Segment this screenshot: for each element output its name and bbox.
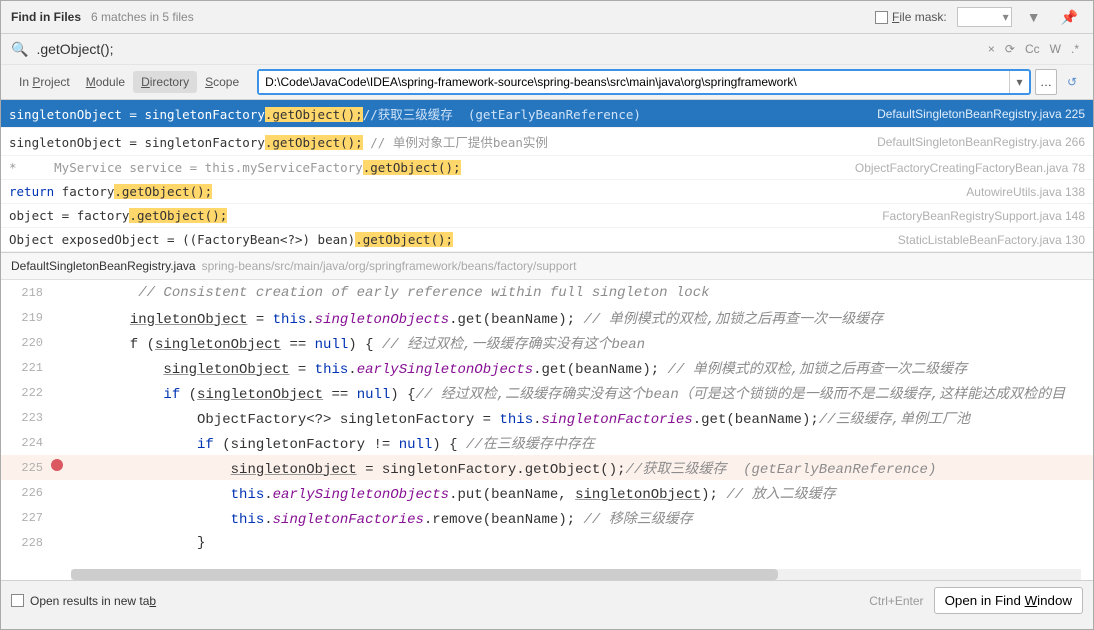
preview-path: spring-beans/src/main/java/org/springfra…: [202, 259, 577, 273]
breakpoint-icon[interactable]: [51, 459, 63, 471]
tab-module[interactable]: Module: [78, 71, 133, 93]
scope-row: In Project Module Directory Scope ▾ … ↺: [1, 65, 1093, 100]
file-mask-label: File mask:: [892, 10, 947, 24]
results-list: singletonObject = singletonFactory.getOb…: [1, 100, 1093, 252]
history-icon[interactable]: ⟳: [1001, 40, 1019, 58]
code-line: 223 ObjectFactory<?> singletonFactory = …: [1, 405, 1093, 430]
open-new-tab-checkbox[interactable]: [11, 594, 24, 607]
pin-icon[interactable]: 📌: [1056, 9, 1083, 26]
code-line: 221 singletonObject = this.earlySingleto…: [1, 355, 1093, 380]
open-new-tab-option[interactable]: Open results in new tab: [11, 594, 156, 608]
code-line: 224 if (singletonFactory != null) { //在三…: [1, 430, 1093, 455]
result-row[interactable]: object = factory.getObject();FactoryBean…: [1, 204, 1093, 228]
code-line: 219 ingletonObject = this.singletonObjec…: [1, 305, 1093, 330]
regex-button[interactable]: .*: [1067, 40, 1083, 58]
recursive-icon[interactable]: ↺: [1061, 69, 1083, 95]
code-line: 228 }: [1, 530, 1093, 555]
code-line: 220 f (singletonObject == null) { // 经过双…: [1, 330, 1093, 355]
search-icon: 🔍: [11, 41, 28, 58]
file-mask-option[interactable]: File mask:: [875, 10, 947, 24]
directory-input[interactable]: [259, 71, 1009, 93]
result-row[interactable]: Object exposedObject = ((FactoryBean<?>)…: [1, 228, 1093, 252]
browse-button[interactable]: …: [1035, 69, 1057, 95]
horizontal-scrollbar[interactable]: [71, 569, 1081, 580]
titlebar: Find in Files 6 matches in 5 files File …: [1, 1, 1093, 34]
code-line: 226 this.earlySingletonObjects.put(beanN…: [1, 480, 1093, 505]
shortcut-hint: Ctrl+Enter: [869, 594, 923, 608]
file-mask-dropdown[interactable]: ▾: [957, 7, 1012, 27]
filter-icon[interactable]: ▼: [1022, 9, 1046, 25]
clear-icon[interactable]: ×: [984, 40, 999, 58]
result-row[interactable]: singletonObject = singletonFactory.getOb…: [1, 100, 1093, 128]
search-input[interactable]: [36, 41, 975, 57]
tab-scope[interactable]: Scope: [197, 71, 247, 93]
whole-words-button[interactable]: W: [1046, 40, 1065, 58]
preview-header: DefaultSingletonBeanRegistry.java spring…: [1, 252, 1093, 280]
code-preview[interactable]: 218 // Consistent creation of early refe…: [1, 280, 1093, 580]
code-line: 227 this.singletonFactories.remove(beanN…: [1, 505, 1093, 530]
result-row[interactable]: * MyService service = this.myServiceFact…: [1, 156, 1093, 180]
tab-directory[interactable]: Directory: [133, 71, 197, 93]
code-line: 222 if (singletonObject == null) {// 经过双…: [1, 380, 1093, 405]
result-row[interactable]: singletonObject = singletonFactory.getOb…: [1, 128, 1093, 156]
match-count: 6 matches in 5 files: [91, 10, 194, 24]
footer: Open results in new tab Ctrl+Enter Open …: [1, 580, 1093, 620]
preview-filename: DefaultSingletonBeanRegistry.java: [11, 259, 196, 273]
code-line: 218 // Consistent creation of early refe…: [1, 280, 1093, 305]
open-new-tab-label: Open results in new tab: [30, 594, 156, 608]
open-find-window-button[interactable]: Open in Find Window: [934, 587, 1083, 614]
code-line: 225 singletonObject = singletonFactory.g…: [1, 455, 1093, 480]
result-row[interactable]: return factory.getObject();AutowireUtils…: [1, 180, 1093, 204]
chevron-down-icon[interactable]: ▾: [1009, 71, 1029, 93]
directory-field[interactable]: ▾: [257, 69, 1031, 95]
tab-in-project[interactable]: In Project: [11, 71, 78, 93]
file-mask-checkbox[interactable]: [875, 11, 888, 24]
search-row: 🔍 × ⟳ Cc W .*: [1, 34, 1093, 65]
dialog-title: Find in Files: [11, 10, 81, 24]
match-case-button[interactable]: Cc: [1021, 40, 1044, 58]
